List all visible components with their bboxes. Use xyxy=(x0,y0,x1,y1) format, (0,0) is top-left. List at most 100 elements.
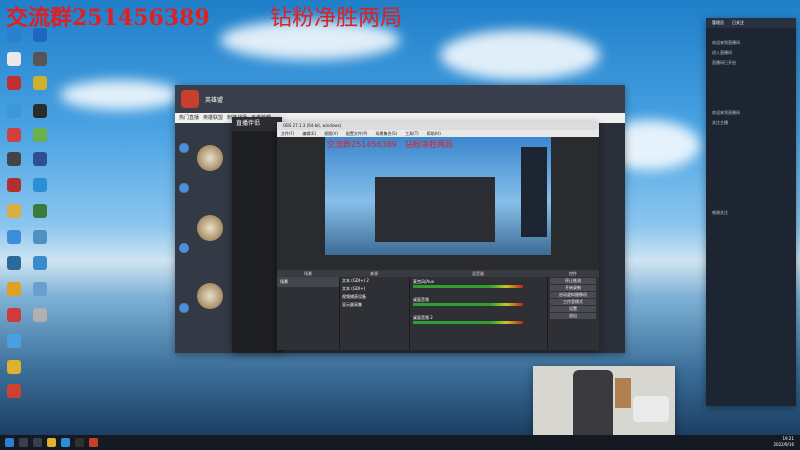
contact-dot[interactable] xyxy=(179,183,189,193)
browser-icon[interactable] xyxy=(61,438,70,447)
settings-button[interactable]: 设置 xyxy=(550,306,596,312)
contact-dot[interactable] xyxy=(179,243,189,253)
audio-meter xyxy=(413,303,523,306)
dock-header: 来源 xyxy=(339,270,409,277)
chat-tab[interactable]: 英雄联盟 xyxy=(203,113,223,123)
desktop-icon[interactable] xyxy=(2,178,26,192)
task-view-icon[interactable] xyxy=(33,438,42,447)
danmaku-line: 感谢关注 xyxy=(712,210,728,215)
desktop-icon[interactable] xyxy=(2,360,26,374)
menu-item[interactable]: 配置文件(P) xyxy=(346,130,368,137)
desktop-icon[interactable] xyxy=(2,282,26,296)
desktop-icon[interactable] xyxy=(28,256,52,270)
obs-docks: 场景 场景 来源 文本 (GDI+) 2 文本 (GDI+) 视频捕获设备 显示… xyxy=(277,270,599,350)
chat-tab[interactable]: 热门直播 xyxy=(179,113,199,123)
desktop-icon[interactable] xyxy=(28,178,52,192)
desktop-icon[interactable] xyxy=(2,76,26,90)
desktop-icon[interactable] xyxy=(28,152,52,166)
desktop-icon[interactable] xyxy=(28,230,52,244)
file-explorer-icon[interactable] xyxy=(47,438,56,447)
streaming-companion-window[interactable]: 直播伴侣 xyxy=(232,117,282,352)
desktop-icon[interactable] xyxy=(28,204,52,218)
stop-streaming-button[interactable]: 停止推流 xyxy=(550,278,596,284)
contact-dot[interactable] xyxy=(179,143,189,153)
desktop-icon[interactable] xyxy=(2,204,26,218)
desktop-icon[interactable] xyxy=(2,28,26,42)
virtual-camera-button[interactable]: 启动虚拟摄像机 xyxy=(550,292,596,298)
obs-icon[interactable] xyxy=(75,438,84,447)
menu-item[interactable]: 帮助(H) xyxy=(427,130,441,137)
desktop-icon[interactable] xyxy=(2,230,26,244)
app-icon xyxy=(33,76,47,90)
desktop-icon[interactable] xyxy=(28,52,52,66)
start-recording-button[interactable]: 开始录制 xyxy=(550,285,596,291)
app-icon xyxy=(7,230,21,244)
contact-dot[interactable] xyxy=(179,303,189,313)
cloud xyxy=(440,30,600,80)
danmaku-tab[interactable]: 已关注 xyxy=(732,18,744,28)
desktop-icon[interactable] xyxy=(28,128,52,142)
app-icon xyxy=(7,282,21,296)
desktop-icon[interactable] xyxy=(2,52,26,66)
controls-dock: 控件 停止推流 开始录制 启动虚拟摄像机 工作室模式 设置 退出 xyxy=(547,270,599,350)
studio-mode-button[interactable]: 工作室模式 xyxy=(550,299,596,305)
source-item[interactable]: 文本 (GDI+) 2 xyxy=(339,277,409,285)
sources-dock: 来源 文本 (GDI+) 2 文本 (GDI+) 视频捕获设备 显示器采集 xyxy=(339,270,410,350)
contact-avatar[interactable] xyxy=(197,283,223,309)
source-item[interactable]: 显示器采集 xyxy=(339,301,409,309)
audio-meter xyxy=(413,321,523,324)
desktop-icon[interactable] xyxy=(2,104,26,118)
start-icon[interactable] xyxy=(5,438,14,447)
app-icon xyxy=(7,76,21,90)
danmaku-panel[interactable]: 管理员 已关注 欢迎来到直播间 进入直播间 直播间已开启 欢迎来到直播间 关注主… xyxy=(706,18,796,406)
exit-button[interactable]: 退出 xyxy=(550,313,596,319)
source-item[interactable]: 视频捕获设备 xyxy=(339,293,409,301)
obs-window[interactable]: OBS 27.1.3 (64-bit, windows) 文件(F) 编辑(E)… xyxy=(277,122,599,350)
desktop-icon[interactable] xyxy=(28,282,52,296)
desktop-icon[interactable] xyxy=(28,104,52,118)
system-tray-clock[interactable]: 19:21 2022/9/16 xyxy=(773,436,794,448)
desktop-icon[interactable] xyxy=(2,256,26,270)
app-icon xyxy=(7,334,21,348)
app-icon xyxy=(33,204,47,218)
mixer-dock: 混音器 麦克风/Aux 桌面音频 桌面音频 2 xyxy=(409,270,548,350)
danmaku-line: 直播间已开启 xyxy=(712,60,736,65)
desktop-icon[interactable] xyxy=(28,308,52,322)
menu-item[interactable]: 编辑(E) xyxy=(302,130,316,137)
desktop-icon[interactable] xyxy=(28,76,52,90)
menu-item[interactable]: 场景集合(S) xyxy=(375,130,397,137)
app-icon xyxy=(7,308,21,322)
avatar[interactable] xyxy=(181,90,199,108)
desktop-icon[interactable] xyxy=(2,308,26,322)
desktop-icon[interactable] xyxy=(28,28,52,42)
danmaku-tab[interactable]: 管理员 xyxy=(712,18,724,28)
app-icon xyxy=(7,360,21,374)
nested-panel xyxy=(521,147,547,237)
gaming-chair xyxy=(573,370,613,444)
preview-overlay-text: 钻粉净胜两局 xyxy=(405,140,453,149)
obs-title-bar: OBS 27.1.3 (64-bit, windows) xyxy=(277,122,599,130)
menu-item[interactable]: 文件(F) xyxy=(281,130,294,137)
desktop-icon[interactable] xyxy=(2,334,26,348)
menu-item[interactable]: 工具(T) xyxy=(405,130,419,137)
desktop-icon[interactable] xyxy=(2,384,26,398)
streaming-companion-title: 直播伴侣 xyxy=(232,117,282,131)
obs-preview[interactable]: 交流群251456389 钻粉净胜两局 xyxy=(325,137,551,255)
menu-item[interactable]: 视图(V) xyxy=(324,130,338,137)
scenes-dock: 场景 场景 xyxy=(277,270,340,350)
search-icon[interactable] xyxy=(19,438,28,447)
app-icon[interactable] xyxy=(89,438,98,447)
desktop-icon[interactable] xyxy=(2,152,26,166)
source-item[interactable]: 文本 (GDI+) xyxy=(339,285,409,293)
dock-header: 控件 xyxy=(547,270,599,277)
app-icon xyxy=(33,152,47,166)
desktop-icon[interactable] xyxy=(2,128,26,142)
contact-avatar[interactable] xyxy=(197,145,223,171)
scene-item[interactable]: 场景 xyxy=(277,277,339,287)
app-icon xyxy=(33,104,47,118)
app-icon xyxy=(33,230,47,244)
app-icon xyxy=(7,384,21,398)
cloud xyxy=(60,80,180,110)
chat-window-header: 英雄盟 xyxy=(175,85,625,113)
contact-avatar[interactable] xyxy=(197,215,223,241)
